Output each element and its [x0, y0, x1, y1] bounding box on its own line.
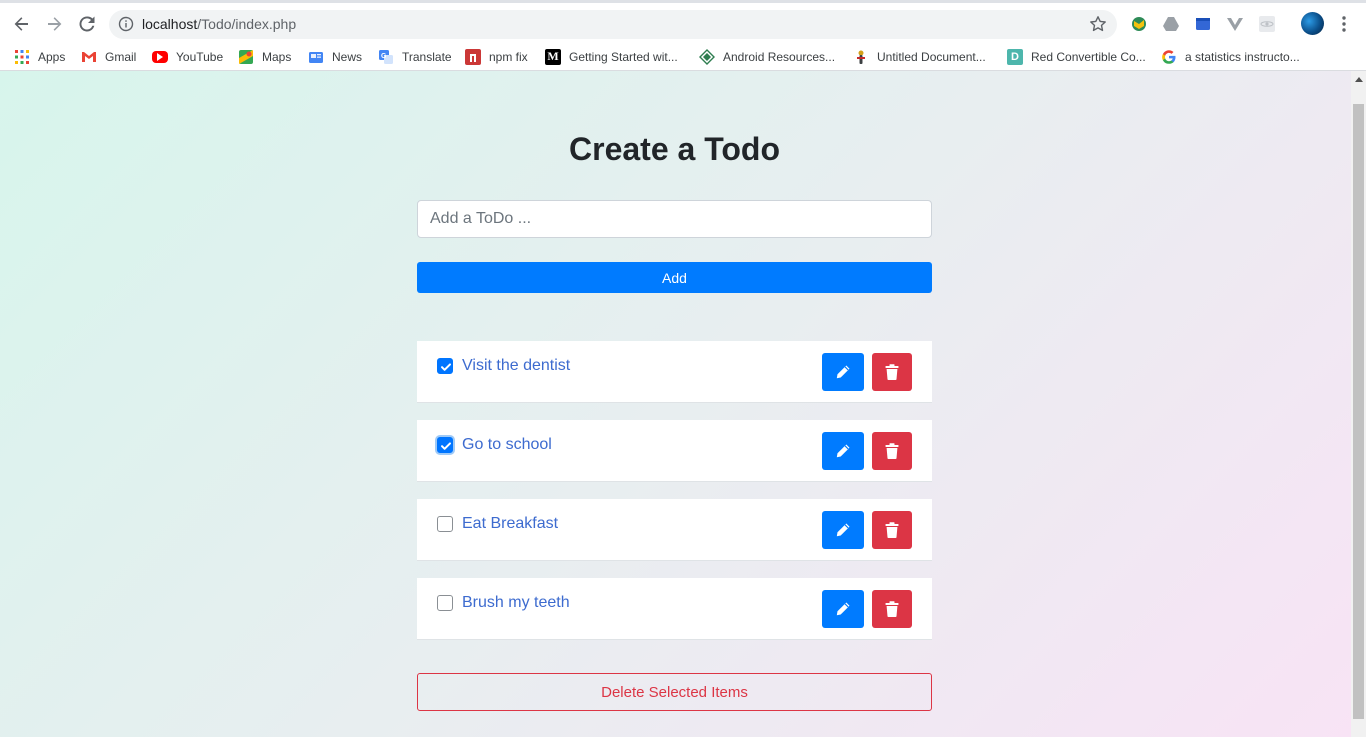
edit-button[interactable] [822, 432, 864, 470]
bookmark-label: Gmail [105, 49, 137, 64]
bookmarks-bar: Apps Gmail YouTube Maps News G Translate… [0, 42, 1366, 71]
bookmark-apps[interactable]: Apps [14, 42, 65, 71]
url-host: localhost [142, 16, 198, 32]
url-path: /Todo/index.php [197, 16, 297, 32]
youtube-icon [152, 50, 168, 63]
browser-menu-icon[interactable] [1339, 15, 1349, 33]
pencil-icon [836, 523, 850, 537]
bookmark-star-icon[interactable] [1089, 15, 1107, 33]
page-viewport: Create a Todo Add Visit the dentist Go t… [0, 71, 1366, 737]
pencil-icon [836, 602, 850, 616]
delete-button[interactable] [872, 511, 912, 549]
reload-button[interactable] [75, 12, 99, 36]
bookmark-android-resources[interactable]: Android Resources... [699, 42, 835, 71]
bookmark-translate[interactable]: G Translate [378, 42, 452, 71]
bookmark-label: YouTube [176, 49, 224, 64]
trash-icon [885, 443, 899, 459]
bookmark-label: Red Convertible Co... [1031, 49, 1146, 64]
address-bar[interactable]: localhost/Todo/index.php [109, 10, 1117, 39]
back-arrow-icon [14, 17, 28, 31]
todo-item: Eat Breakfast [417, 499, 932, 561]
bookmark-label: npm fix [489, 49, 528, 64]
bookmark-youtube[interactable]: YouTube [152, 42, 223, 71]
todo-item: Brush my teeth [417, 578, 932, 640]
edit-button[interactable] [822, 511, 864, 549]
apps-grid-icon [14, 49, 30, 65]
delete-button[interactable] [872, 432, 912, 470]
todo-checkbox[interactable] [437, 595, 453, 611]
npm-icon [465, 48, 481, 65]
edit-button[interactable] [822, 590, 864, 628]
edit-button[interactable] [822, 353, 864, 391]
pencil-icon [836, 444, 850, 458]
todo-checkbox[interactable] [437, 516, 453, 532]
todo-label[interactable]: Brush my teeth [462, 594, 570, 612]
android-resources-icon [699, 48, 715, 65]
url-text: localhost/Todo/index.php [142, 16, 296, 32]
checkmark-icon [441, 363, 451, 371]
news-icon [308, 49, 324, 65]
todo-label[interactable]: Go to school [462, 436, 552, 454]
delete-button[interactable] [872, 590, 912, 628]
bookmark-label: Android Resources... [723, 49, 836, 64]
maps-icon [238, 49, 254, 65]
bookmark-label: Getting Started wit... [569, 49, 678, 64]
profile-avatar[interactable] [1301, 12, 1324, 35]
bookmark-npm-fix[interactable]: npm fix [465, 42, 528, 71]
svg-text:G: G [381, 53, 387, 60]
trash-icon [885, 364, 899, 380]
bookmark-statistics-instructor[interactable]: a statistics instructo... [1161, 42, 1300, 71]
d-icon: D [1007, 48, 1023, 65]
bookmark-news[interactable]: News [308, 42, 362, 71]
info-icon[interactable] [118, 16, 134, 32]
document-icon [853, 49, 869, 65]
bookmark-untitled-document[interactable]: Untitled Document... [853, 42, 986, 71]
bookmark-gmail[interactable]: Gmail [81, 42, 136, 71]
bookmark-red-convertible[interactable]: D Red Convertible Co... [1007, 42, 1146, 71]
bookmark-label: News [332, 49, 363, 64]
delete-selected-button[interactable]: Delete Selected Items [417, 673, 932, 711]
trash-icon [885, 522, 899, 538]
medium-icon: M [545, 48, 561, 65]
forward-button[interactable] [42, 12, 66, 36]
translate-icon: G [378, 49, 394, 65]
bookmark-label: Apps [38, 49, 66, 64]
extension-globe-icon[interactable] [1130, 15, 1148, 33]
todo-item: Go to school [417, 420, 932, 482]
forward-arrow-icon [48, 17, 62, 31]
add-button[interactable]: Add [417, 262, 932, 293]
extension-drive-icon[interactable] [1162, 15, 1180, 33]
bookmark-label: Untitled Document... [877, 49, 986, 64]
google-icon [1161, 49, 1177, 65]
extension-window-icon[interactable] [1194, 15, 1212, 33]
todo-checkbox[interactable] [437, 437, 453, 453]
back-button[interactable] [10, 12, 34, 36]
pencil-icon [836, 365, 850, 379]
gmail-icon [81, 49, 97, 65]
delete-button[interactable] [872, 353, 912, 391]
bookmark-label: Translate [402, 49, 452, 64]
todo-checkbox[interactable] [437, 358, 453, 374]
bookmark-label: Maps [262, 49, 292, 64]
todo-label[interactable]: Visit the dentist [462, 357, 570, 375]
todo-item: Visit the dentist [417, 341, 932, 403]
reload-icon [79, 16, 95, 32]
checkmark-icon [441, 442, 451, 450]
browser-toolbar: localhost/Todo/index.php [0, 0, 1366, 42]
trash-icon [885, 601, 899, 617]
todo-label[interactable]: Eat Breakfast [462, 515, 558, 533]
todo-input[interactable] [417, 200, 932, 238]
page-scrollbar[interactable] [1351, 71, 1366, 737]
scrollbar-thumb[interactable] [1353, 104, 1364, 719]
bookmark-maps[interactable]: Maps [238, 42, 291, 71]
extension-vue-icon[interactable] [1226, 15, 1244, 33]
bookmark-label: a statistics instructo... [1185, 49, 1300, 64]
bookmark-getting-started[interactable]: M Getting Started wit... [545, 42, 678, 71]
page-title: Create a Todo [569, 131, 780, 167]
extension-react-icon[interactable] [1258, 15, 1276, 33]
scroll-up-arrow-icon[interactable] [1355, 77, 1363, 82]
